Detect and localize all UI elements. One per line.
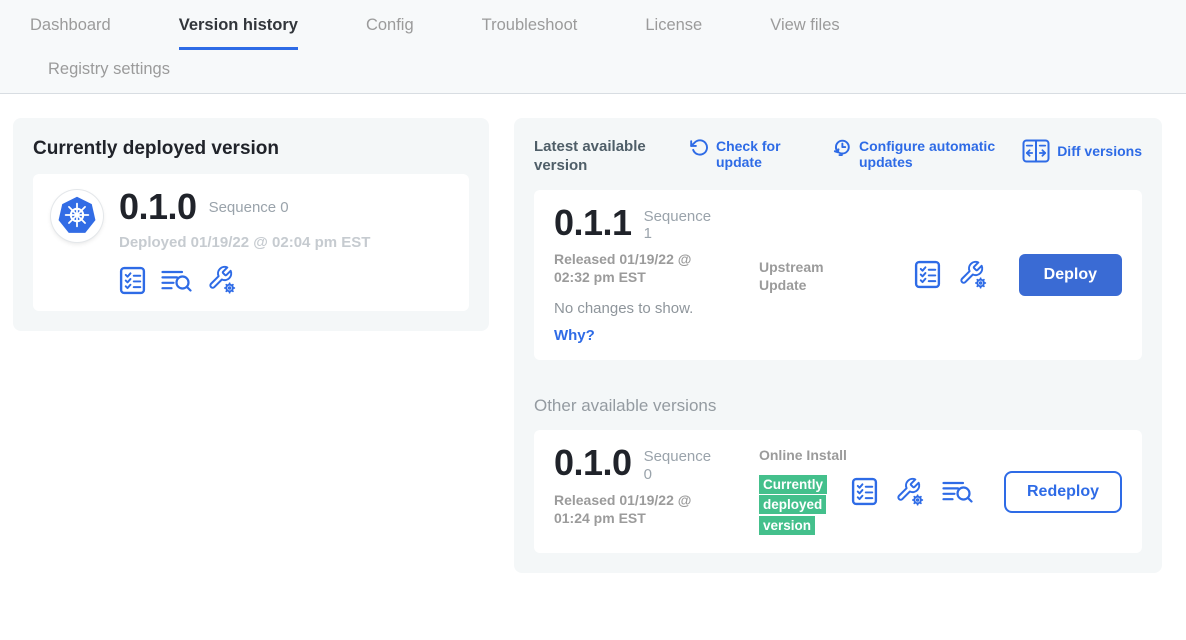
redeploy-button[interactable]: Redeploy	[1004, 471, 1122, 513]
app-avatar	[51, 190, 103, 242]
file-search-icon[interactable]	[942, 479, 973, 504]
currently-deployed-panel: Currently deployed version 0.1.0 Sequenc…	[13, 118, 489, 331]
deployed-version-number: 0.1.0	[119, 190, 197, 224]
latest-available-title: Latest available version	[534, 138, 666, 176]
tab-registry-settings[interactable]: Registry settings	[48, 60, 170, 78]
wrench-gear-icon[interactable]	[895, 477, 925, 507]
configure-automatic-updates-link[interactable]: Configure automatic updates	[830, 138, 1017, 170]
deployed-sequence-label: Sequence 0	[209, 190, 289, 216]
diff-versions-link[interactable]: Diff versions	[1022, 138, 1142, 164]
main-content: Currently deployed version 0.1.0 Sequenc…	[0, 94, 1186, 573]
wrench-gear-icon[interactable]	[207, 265, 237, 295]
latest-source-label: Upstream Update	[759, 206, 869, 345]
currently-deployed-title: Currently deployed version	[33, 138, 469, 160]
other-released-timestamp: Released 01/19/22 @ 01:24 pm EST	[554, 491, 719, 527]
deployed-version-card: 0.1.0 Sequence 0 Deployed 01/19/22 @ 02:…	[33, 174, 469, 311]
latest-available-panel: Latest available version Check for updat…	[514, 118, 1162, 573]
wrench-gear-icon[interactable]	[958, 260, 988, 290]
tab-troubleshoot[interactable]: Troubleshoot	[482, 16, 578, 47]
tab-config[interactable]: Config	[366, 16, 414, 47]
latest-version-number: 0.1.1	[554, 206, 632, 240]
tab-license[interactable]: License	[645, 16, 702, 47]
latest-released-timestamp: Released 01/19/22 @ 02:32 pm EST	[554, 250, 719, 286]
deployed-timestamp: Deployed 01/19/22 @ 02:04 pm EST	[119, 234, 370, 251]
tab-row-1: Dashboard Version history Config Trouble…	[0, 16, 1186, 50]
file-search-icon[interactable]	[161, 268, 192, 293]
other-sequence-label: Sequence 0	[644, 446, 722, 483]
other-version-number: 0.1.0	[554, 446, 632, 480]
latest-version-card: 0.1.1 Sequence 1 Released 01/19/22 @ 02:…	[534, 190, 1142, 361]
latest-sequence-label: Sequence 1	[644, 206, 722, 243]
configure-automatic-updates-label: Configure automatic updates	[859, 138, 1017, 170]
kubernetes-logo-icon	[55, 194, 99, 238]
check-for-update-label: Check for update	[716, 138, 792, 170]
checklist-icon[interactable]	[851, 477, 878, 506]
refresh-icon	[690, 138, 709, 157]
tab-version-history[interactable]: Version history	[179, 16, 298, 50]
tab-view-files[interactable]: View files	[770, 16, 839, 47]
tab-dashboard[interactable]: Dashboard	[30, 16, 111, 47]
diff-icon	[1022, 138, 1050, 164]
schedule-clock-icon	[830, 138, 852, 158]
other-source-label: Online Install	[759, 446, 851, 464]
why-link[interactable]: Why?	[554, 327, 759, 344]
check-for-update-link[interactable]: Check for update	[690, 138, 792, 170]
checklist-icon[interactable]	[914, 260, 941, 289]
other-version-card: 0.1.0 Sequence 0 Released 01/19/22 @ 01:…	[534, 430, 1142, 553]
no-changes-text: No changes to show.	[554, 300, 759, 317]
checklist-icon[interactable]	[119, 266, 146, 295]
currently-deployed-badge: Currently deployed version	[759, 475, 827, 536]
other-available-versions-title: Other available versions	[534, 396, 1142, 416]
deploy-button[interactable]: Deploy	[1019, 254, 1122, 296]
top-nav: Dashboard Version history Config Trouble…	[0, 0, 1186, 94]
diff-versions-label: Diff versions	[1057, 143, 1142, 159]
tab-row-2: Registry settings	[0, 50, 1186, 93]
